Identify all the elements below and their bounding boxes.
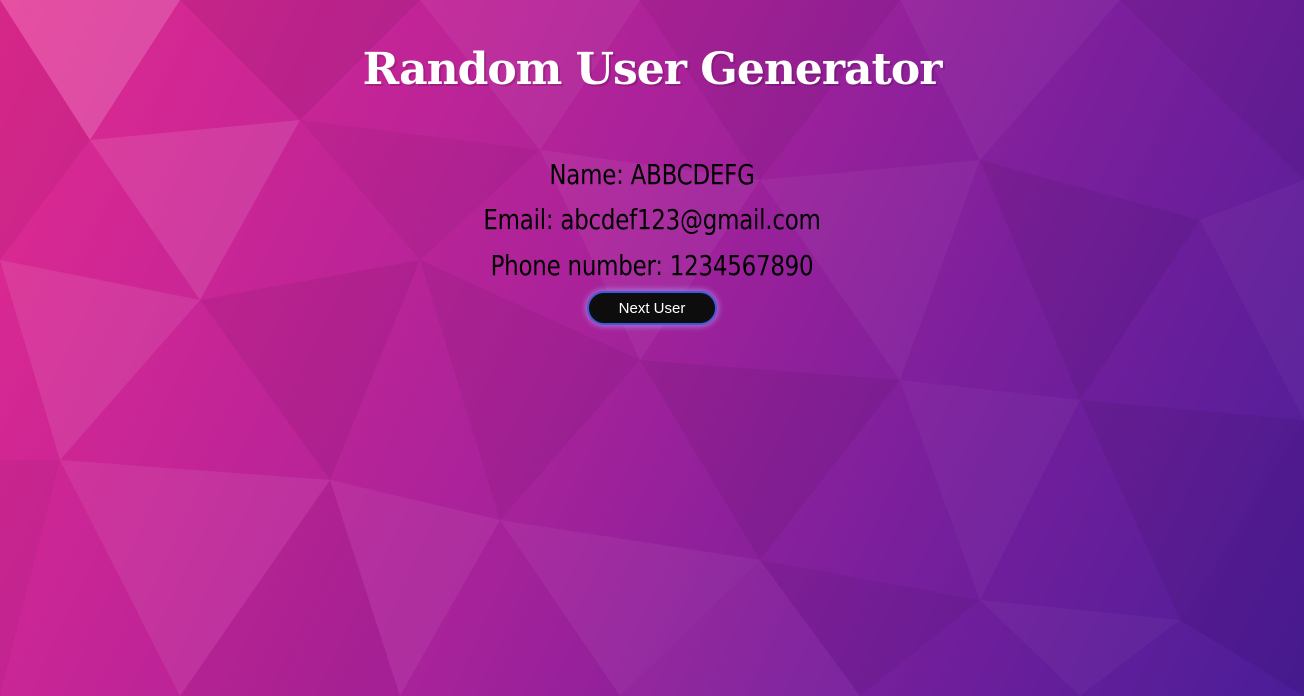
page-title: Random User Generator	[362, 44, 943, 95]
button-container: Next User	[0, 291, 1304, 325]
low-poly-background	[0, 0, 1304, 696]
user-email-text: Email: abcdef123@gmail.com	[483, 203, 821, 236]
user-name-text: Name: ABBCDEFG	[549, 158, 755, 191]
user-phone-text: Phone number: 1234567890	[490, 249, 814, 282]
next-user-button[interactable]: Next User	[587, 291, 717, 325]
